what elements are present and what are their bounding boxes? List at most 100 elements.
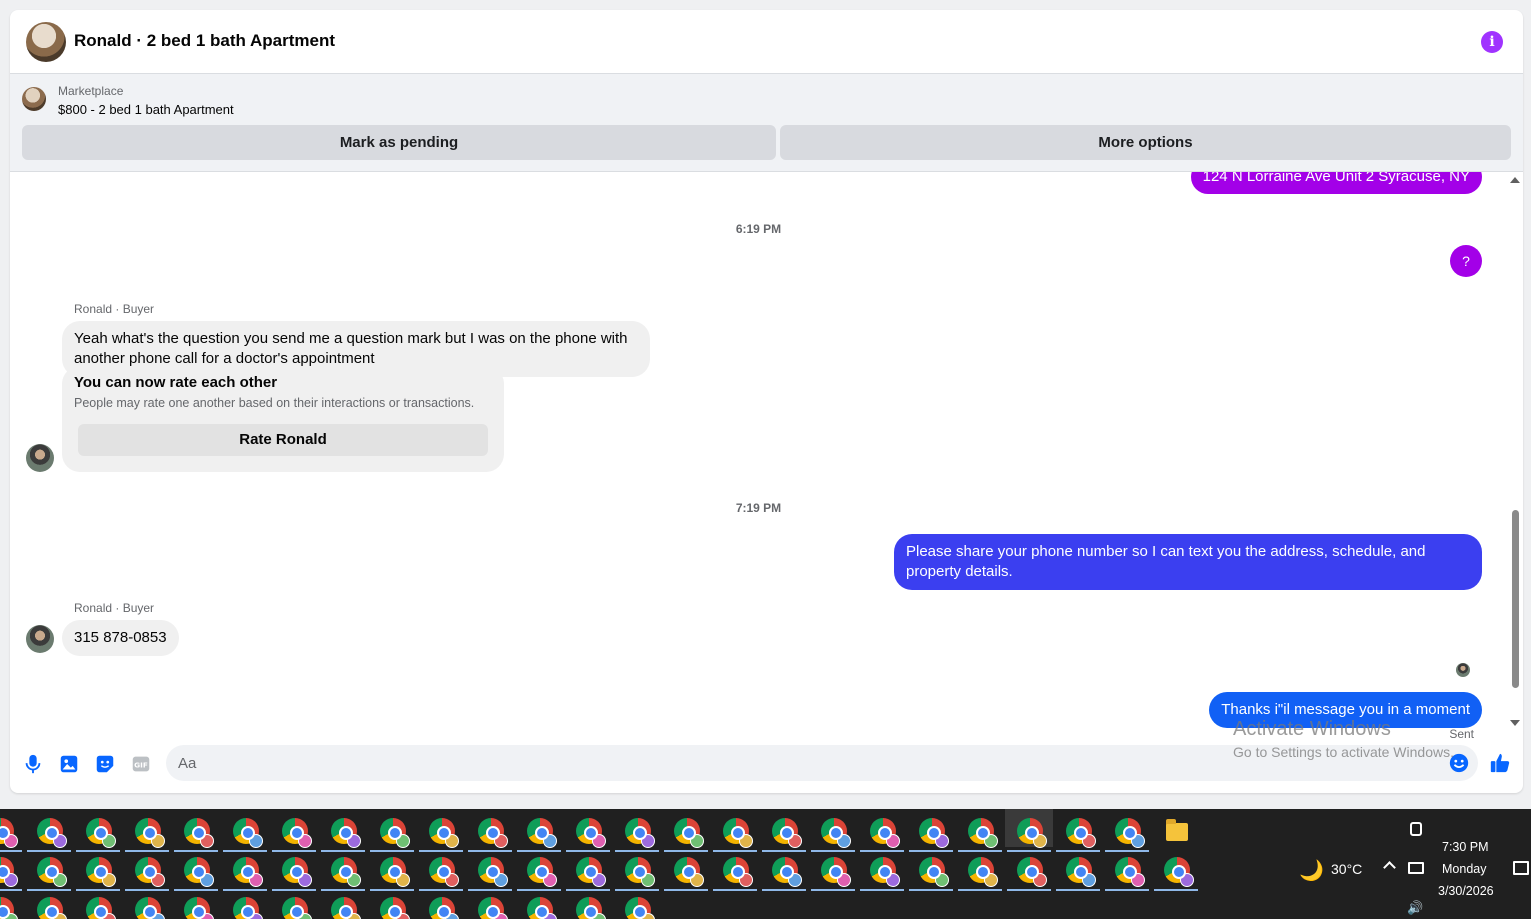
chrome-profile-icon[interactable] (331, 818, 361, 848)
scroll-up-arrow[interactable] (1510, 177, 1520, 183)
chrome-profile-icon[interactable] (1066, 818, 1096, 848)
chrome-profile-icon[interactable] (282, 818, 312, 848)
chrome-profile-icon[interactable] (527, 897, 557, 919)
chrome-profile-icon[interactable] (233, 818, 263, 848)
chrome-profile-icon[interactable] (380, 897, 410, 919)
chrome-profile-icon[interactable] (527, 857, 557, 887)
chrome-profile-icon[interactable] (1115, 857, 1145, 887)
more-options-button[interactable]: More options (780, 125, 1511, 160)
buyer-avatar[interactable] (26, 444, 54, 472)
running-indicator (468, 850, 512, 852)
chrome-profile-icon[interactable] (86, 897, 116, 919)
chrome-profile-icon[interactable] (37, 857, 67, 887)
chrome-profile-icon[interactable] (821, 857, 851, 887)
profile-badge-icon (1131, 873, 1145, 887)
rate-ronald-button[interactable]: Rate Ronald (78, 424, 488, 456)
chrome-profile-icon[interactable] (86, 857, 116, 887)
info-icon[interactable]: i (1481, 31, 1503, 53)
chrome-profile-icon[interactable] (478, 857, 508, 887)
profile-badge-icon (494, 913, 508, 919)
chrome-profile-icon[interactable] (37, 897, 67, 919)
chrome-profile-icon[interactable] (1164, 857, 1194, 887)
chrome-profile-icon[interactable] (478, 818, 508, 848)
chrome-profile-icon[interactable] (723, 857, 753, 887)
chrome-profile-icon[interactable] (380, 818, 410, 848)
clock-time[interactable]: 7:30 PM (1442, 840, 1489, 854)
chrome-profile-icon[interactable] (674, 818, 704, 848)
chrome-profile-icon[interactable] (968, 818, 998, 848)
chrome-profile-icon[interactable] (37, 818, 67, 848)
chrome-profile-icon[interactable] (135, 857, 165, 887)
chrome-profile-icon[interactable] (919, 818, 949, 848)
chrome-profile-icon[interactable] (772, 857, 802, 887)
running-indicator (0, 850, 22, 852)
message-scrollbar[interactable] (1509, 172, 1523, 732)
chrome-profile-icon[interactable] (233, 897, 263, 919)
running-indicator (272, 850, 316, 852)
chrome-profile-icon[interactable] (968, 857, 998, 887)
thumbs-up-icon[interactable] (1489, 751, 1511, 775)
chrome-profile-icon[interactable] (233, 857, 263, 887)
scroll-thumb[interactable] (1512, 510, 1519, 688)
profile-badge-icon (249, 834, 263, 848)
chrome-profile-icon[interactable] (723, 818, 753, 848)
profile-badge-icon (984, 834, 998, 848)
chrome-profile-icon[interactable] (674, 857, 704, 887)
chrome-profile-icon[interactable] (527, 818, 557, 848)
gif-icon[interactable]: GIF (130, 753, 152, 775)
chrome-profile-icon[interactable] (1115, 818, 1145, 848)
chrome-profile-icon[interactable] (0, 897, 18, 919)
network-icon[interactable] (1408, 862, 1424, 874)
chrome-profile-icon[interactable] (184, 897, 214, 919)
chrome-profile-icon[interactable] (86, 818, 116, 848)
chrome-profile-icon[interactable] (0, 818, 18, 848)
chrome-profile-icon[interactable] (135, 818, 165, 848)
chrome-profile-icon[interactable] (1017, 818, 1047, 848)
buyer-avatar[interactable] (26, 625, 54, 653)
camera-icon[interactable] (1410, 822, 1422, 836)
chrome-profile-icon[interactable] (870, 857, 900, 887)
chrome-profile-icon[interactable] (331, 897, 361, 919)
volume-icon[interactable]: 🔊 (1407, 900, 1423, 916)
chrome-profile-icon[interactable] (429, 857, 459, 887)
chrome-profile-icon[interactable] (772, 818, 802, 848)
sticker-icon[interactable] (94, 753, 116, 775)
chrome-profile-icon[interactable] (0, 857, 18, 887)
mark-as-pending-button[interactable]: Mark as pending (22, 125, 776, 160)
chrome-profile-icon[interactable] (331, 857, 361, 887)
chrome-profile-icon[interactable] (919, 857, 949, 887)
chrome-profile-icon[interactable] (625, 897, 655, 919)
chrome-profile-icon[interactable] (576, 818, 606, 848)
chrome-profile-icon[interactable] (870, 818, 900, 848)
chrome-profile-icon[interactable] (576, 857, 606, 887)
chrome-profile-icon[interactable] (429, 818, 459, 848)
chrome-profile-icon[interactable] (135, 897, 165, 919)
outgoing-message-address: 124 N Lorraine Ave Unit 2 Syracuse, NY (1190, 172, 1482, 194)
chrome-profile-icon[interactable] (380, 857, 410, 887)
chat-title[interactable]: Ronald · 2 bed 1 bath Apartment (74, 31, 335, 51)
listing-avatar[interactable] (26, 22, 66, 62)
chrome-profile-icon[interactable] (429, 897, 459, 919)
chrome-profile-icon[interactable] (1066, 857, 1096, 887)
clock-day[interactable]: Monday (1442, 862, 1486, 876)
chrome-profile-icon[interactable] (625, 857, 655, 887)
chrome-profile-icon[interactable] (1017, 857, 1047, 887)
clock-date[interactable]: 3/30/2026 (1438, 884, 1494, 898)
moon-icon[interactable]: 🌙 (1299, 858, 1324, 883)
chrome-profile-icon[interactable] (282, 897, 312, 919)
notification-icon[interactable] (1513, 861, 1529, 875)
listing-title[interactable]: $800 - 2 bed 1 bath Apartment (58, 102, 234, 117)
file-explorer-icon[interactable] (1166, 819, 1188, 841)
chrome-profile-icon[interactable] (184, 857, 214, 887)
chrome-profile-icon[interactable] (478, 897, 508, 919)
scroll-down-arrow[interactable] (1510, 720, 1520, 726)
microphone-icon[interactable] (22, 753, 44, 775)
chrome-profile-icon[interactable] (821, 818, 851, 848)
chrome-profile-icon[interactable] (625, 818, 655, 848)
chrome-profile-icon[interactable] (576, 897, 606, 919)
chrome-profile-icon[interactable] (282, 857, 312, 887)
photo-icon[interactable] (58, 753, 80, 775)
listing-thumbnail[interactable] (22, 87, 46, 111)
weather-temperature[interactable]: 30°C (1331, 861, 1362, 877)
chrome-profile-icon[interactable] (184, 818, 214, 848)
